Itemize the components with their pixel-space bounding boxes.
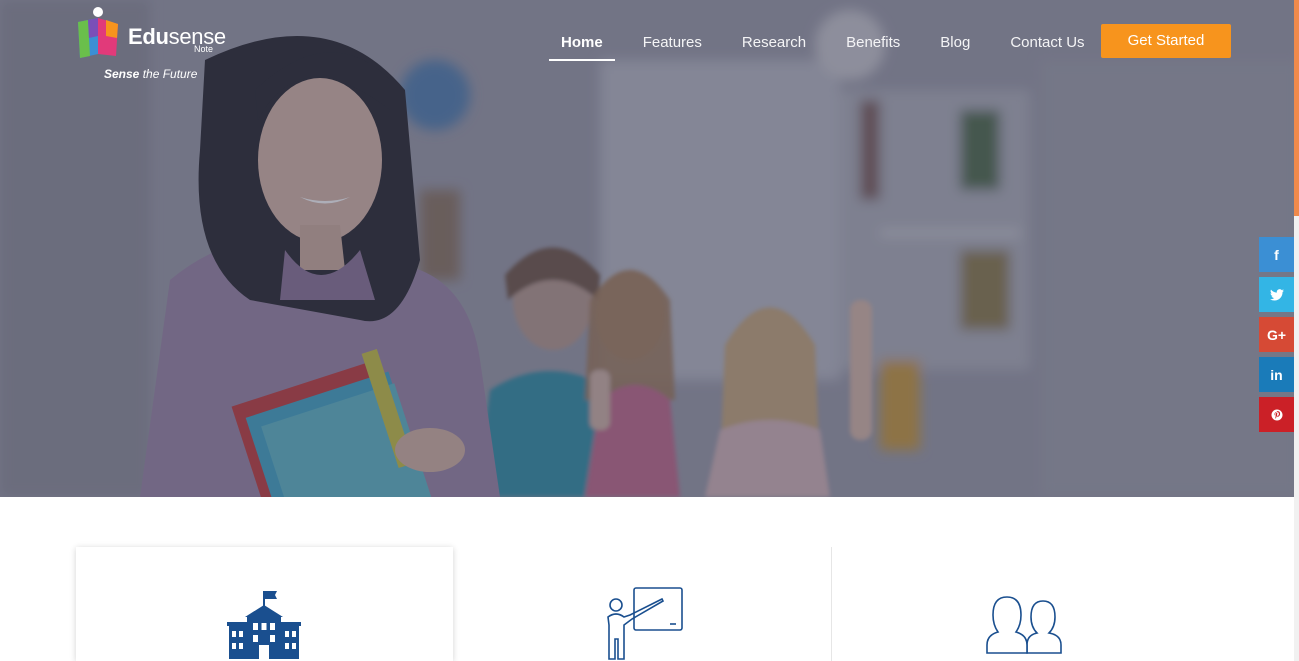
nav-research[interactable]: Research xyxy=(730,24,818,59)
feature-cards xyxy=(76,547,1226,661)
brand-tagline: Sense the Future xyxy=(104,67,198,81)
get-started-button[interactable]: Get Started xyxy=(1101,24,1231,58)
users-icon xyxy=(986,596,1062,654)
nav-contact[interactable]: Contact Us xyxy=(998,24,1096,59)
feature-card-students[interactable] xyxy=(831,547,1207,661)
feature-card-teachers[interactable] xyxy=(454,547,830,661)
pinterest-icon[interactable] xyxy=(1259,397,1294,432)
google-plus-icon[interactable]: G+ xyxy=(1259,317,1294,352)
scrollbar-thumb[interactable] xyxy=(1294,0,1299,216)
site-logo[interactable]: Edusense Note Sense the Future xyxy=(76,6,226,86)
logo-mark-icon xyxy=(78,7,118,58)
twitter-icon[interactable] xyxy=(1259,277,1294,312)
nav-blog[interactable]: Blog xyxy=(928,24,982,59)
main-nav: Home Features Research Benefits Blog Con… xyxy=(549,24,1113,61)
social-share-bar: f G+ in xyxy=(1259,237,1294,437)
nav-features[interactable]: Features xyxy=(631,24,714,59)
scrollbar[interactable] xyxy=(1294,0,1299,661)
facebook-icon[interactable]: f xyxy=(1259,237,1294,272)
school-building-icon xyxy=(227,591,301,659)
brand-subtitle: Note xyxy=(194,44,214,54)
linkedin-icon[interactable]: in xyxy=(1259,357,1294,392)
nav-home[interactable]: Home xyxy=(549,24,615,61)
feature-card-schools[interactable] xyxy=(76,547,453,661)
teacher-board-icon xyxy=(607,587,683,660)
nav-benefits[interactable]: Benefits xyxy=(834,24,912,59)
